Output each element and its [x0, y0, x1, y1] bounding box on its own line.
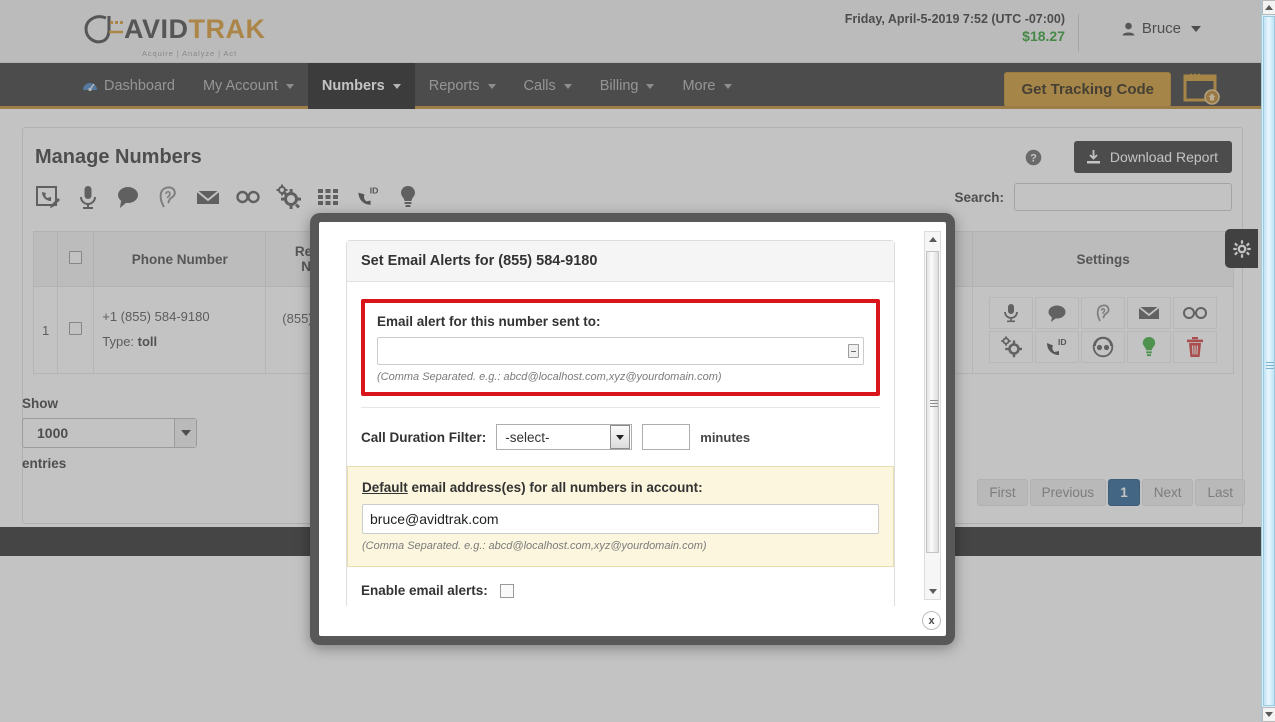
email-alerts-panel: Set Email Alerts for (855) 584-9180 Emai… — [346, 240, 895, 606]
modal-body: Set Email Alerts for (855) 584-9180 Emai… — [319, 222, 912, 606]
duration-minutes-input[interactable] — [642, 424, 691, 450]
email-alerts-modal: Set Email Alerts for (855) 584-9180 Emai… — [310, 213, 955, 645]
modal-form: Email alert for this number sent to: (Co… — [347, 282, 894, 606]
contact-picker-icon[interactable] — [848, 344, 859, 358]
scroll-down-button[interactable] — [925, 584, 940, 599]
scrollbar-grip — [1266, 362, 1274, 369]
scrollbar-grip — [930, 400, 938, 409]
alert-input-wrap — [377, 329, 864, 365]
modal-scrollbar[interactable] — [924, 231, 941, 600]
browser-scroll-up-button[interactable] — [1262, 0, 1275, 15]
triangle-down-icon — [928, 589, 937, 594]
close-modal-button[interactable]: x — [922, 611, 941, 630]
browser-scrollbar-thumb[interactable] — [1263, 16, 1275, 706]
minutes-label: minutes — [700, 429, 751, 445]
triangle-up-icon — [1265, 5, 1273, 10]
triangle-up-icon — [928, 237, 937, 242]
browser-scrollbar[interactable] — [1261, 0, 1275, 722]
default-email-label-rest: email address(es) for all numbers in acc… — [407, 480, 703, 495]
default-email-label-emphasis: Default — [362, 480, 408, 495]
enable-alerts-row: Enable email alerts: — [361, 567, 880, 606]
alert-hint: (Comma Separated. e.g.: abcd@localhost.c… — [377, 371, 722, 383]
scrollbar-thumb[interactable] — [926, 251, 939, 553]
chevron-down-icon — [616, 434, 625, 440]
call-duration-filter-row: Call Duration Filter: -select- minutes — [361, 407, 880, 466]
default-email-section: Default email address(es) for all number… — [347, 466, 894, 567]
alert-field-label: Email alert for this number sent to: — [377, 314, 601, 329]
enable-alerts-checkbox[interactable] — [499, 583, 514, 598]
default-email-hint: (Comma Separated. e.g.: abcd@localhost.c… — [362, 540, 707, 552]
alert-email-input[interactable] — [377, 337, 864, 365]
number-email-alert-section: Email alert for this number sent to: (Co… — [361, 299, 880, 396]
modal-title: Set Email Alerts for (855) 584-9180 — [347, 241, 894, 282]
duration-select-value: -select- — [505, 429, 550, 445]
default-email-input[interactable] — [362, 504, 879, 534]
modal-inner: Set Email Alerts for (855) 584-9180 Emai… — [319, 222, 946, 636]
default-email-label: Default email address(es) for all number… — [362, 480, 879, 495]
duration-select[interactable]: -select- — [496, 424, 633, 450]
browser-scroll-down-button[interactable] — [1262, 707, 1275, 722]
enable-alerts-label: Enable email alerts: — [361, 583, 488, 598]
triangle-down-icon — [1265, 712, 1273, 717]
select-arrow[interactable] — [610, 425, 631, 449]
scroll-up-button[interactable] — [925, 232, 940, 247]
duration-label: Call Duration Filter: — [361, 429, 487, 445]
